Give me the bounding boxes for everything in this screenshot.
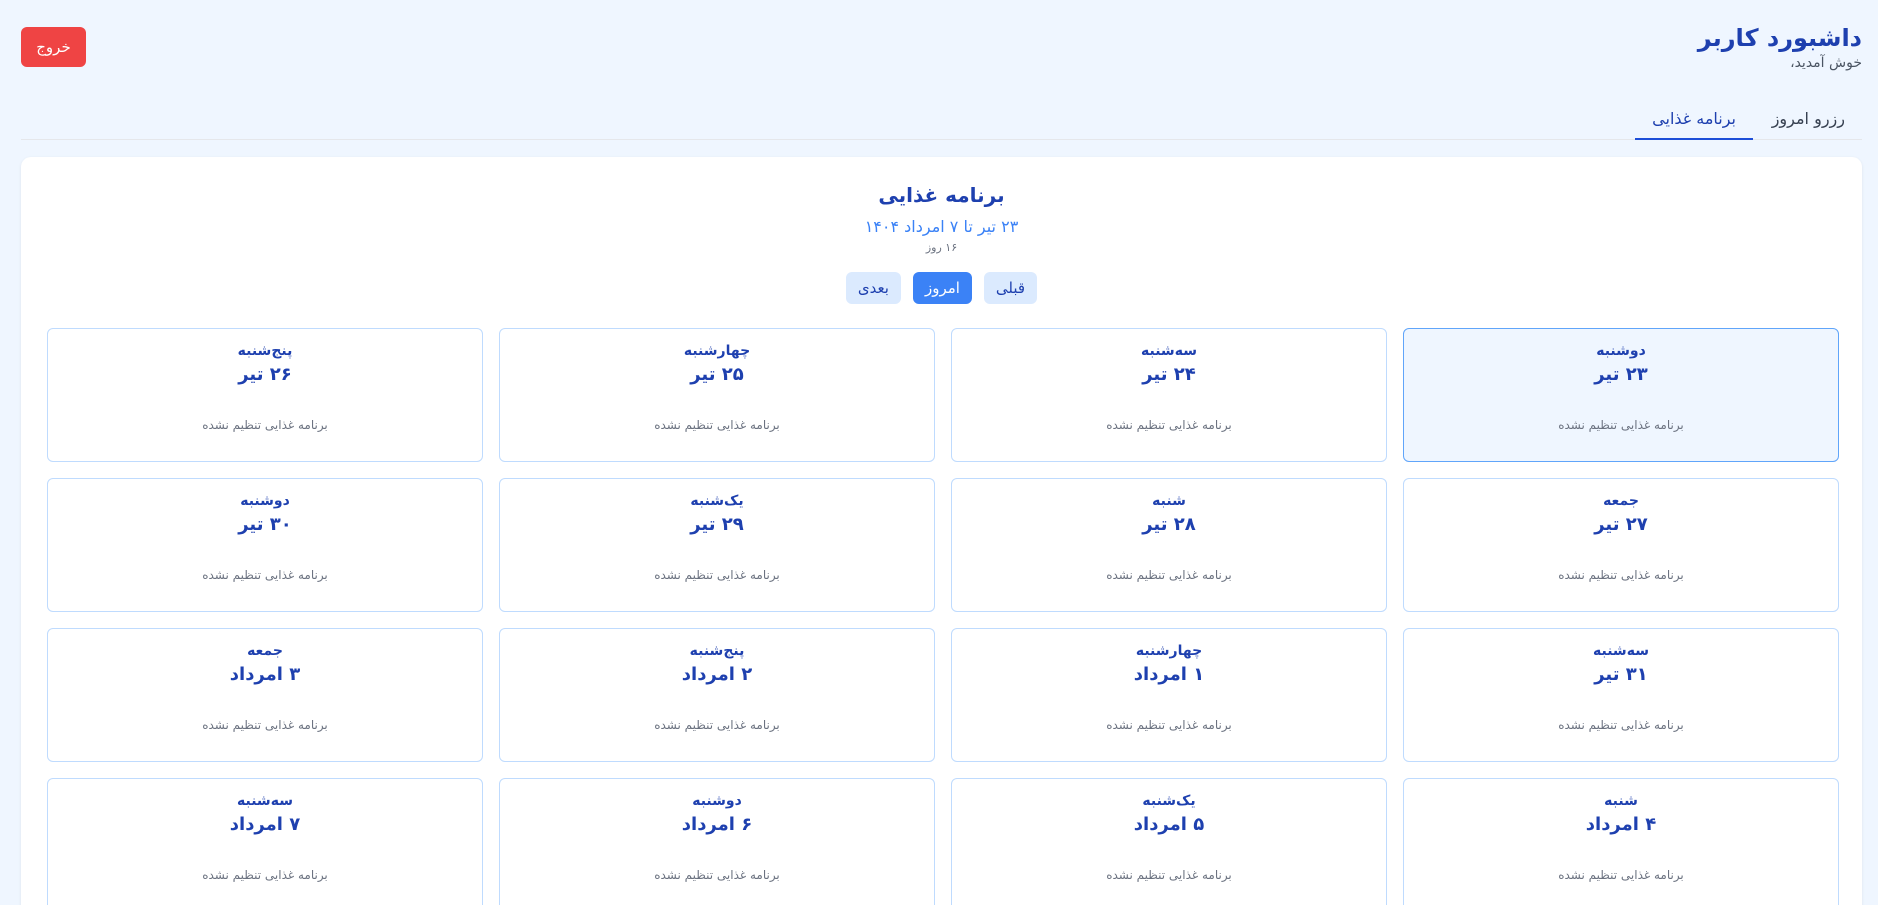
- day-note: برنامه غذایی تنظیم نشده: [202, 868, 328, 882]
- day-card[interactable]: دوشنبه ۲۳ تیر برنامه غذایی تنظیم نشده: [1403, 328, 1839, 462]
- today-button[interactable]: امروز: [912, 272, 972, 304]
- day-date: ۳ امرداد: [229, 664, 301, 685]
- meal-plan-panel: برنامه غذایی ۲۳ تیر تا ۷ امرداد ۱۴۰۴ ۱۶ …: [21, 157, 1862, 905]
- day-grid: دوشنبه ۲۳ تیر برنامه غذایی تنظیم نشده سه…: [43, 328, 1839, 905]
- header-titles: داشبورد کاربر خوش آمدید،: [1698, 22, 1862, 72]
- day-card[interactable]: پنج‌شنبه ۲۶ تیر برنامه غذایی تنظیم نشده: [47, 328, 483, 462]
- day-note: برنامه غذایی تنظیم نشده: [1558, 568, 1684, 582]
- day-note: برنامه غذایی تنظیم نشده: [202, 418, 328, 432]
- date-range: ۲۳ تیر تا ۷ امرداد ۱۴۰۴: [864, 217, 1019, 236]
- day-date: ۵ امرداد: [1133, 814, 1205, 835]
- day-card[interactable]: جمعه ۳ امرداد برنامه غذایی تنظیم نشده: [47, 628, 483, 762]
- day-card[interactable]: چهارشنبه ۱ امرداد برنامه غذایی تنظیم نشد…: [951, 628, 1387, 762]
- week-navigation: قبلی امروز بعدی: [21, 272, 1862, 304]
- day-card[interactable]: سه‌شنبه ۷ امرداد برنامه غذایی تنظیم نشده: [47, 778, 483, 905]
- day-date: ۶ امرداد: [681, 814, 753, 835]
- day-note: برنامه غذایی تنظیم نشده: [202, 568, 328, 582]
- day-name: سه‌شنبه: [1593, 643, 1649, 659]
- prev-button[interactable]: قبلی: [983, 272, 1038, 304]
- day-name: یک‌شنبه: [1142, 793, 1196, 809]
- day-date: ۳۱ تیر: [1594, 664, 1648, 685]
- day-card[interactable]: جمعه ۲۷ تیر برنامه غذایی تنظیم نشده: [1403, 478, 1839, 612]
- day-note: برنامه غذایی تنظیم نشده: [1106, 568, 1232, 582]
- day-name: شنبه: [1152, 493, 1186, 509]
- day-name: دوشنبه: [240, 493, 290, 509]
- header: داشبورد کاربر خوش آمدید، خروج: [0, 0, 1878, 92]
- day-date: ۲۳ تیر: [1594, 364, 1648, 385]
- day-note: برنامه غذایی تنظیم نشده: [654, 718, 780, 732]
- tab-today-reservation[interactable]: رزرو امروز: [1755, 98, 1862, 140]
- day-date: ۲۷ تیر: [1594, 514, 1648, 535]
- meal-plan-title: برنامه غذایی: [878, 183, 1005, 207]
- day-date: ۲ امرداد: [681, 664, 753, 685]
- day-note: برنامه غذایی تنظیم نشده: [1106, 868, 1232, 882]
- day-card[interactable]: پنج‌شنبه ۲ امرداد برنامه غذایی تنظیم نشد…: [499, 628, 935, 762]
- day-date: ۳۰ تیر: [238, 514, 292, 535]
- day-card[interactable]: سه‌شنبه ۲۴ تیر برنامه غذایی تنظیم نشده: [951, 328, 1387, 462]
- day-date: ۲۴ تیر: [1142, 364, 1196, 385]
- tab-bar: رزرو امروز برنامه غذایی: [21, 98, 1862, 140]
- day-name: شنبه: [1604, 793, 1638, 809]
- day-name: چهارشنبه: [1135, 643, 1203, 659]
- day-card[interactable]: دوشنبه ۶ امرداد برنامه غذایی تنظیم نشده: [499, 778, 935, 905]
- days-count: ۱۶ روز: [925, 241, 958, 254]
- day-name: پنج‌شنبه: [237, 343, 293, 359]
- day-name: جمعه: [247, 643, 283, 659]
- day-name: چهارشنبه: [683, 343, 751, 359]
- day-name: یک‌شنبه: [690, 493, 744, 509]
- day-card[interactable]: شنبه ۲۸ تیر برنامه غذایی تنظیم نشده: [951, 478, 1387, 612]
- day-card[interactable]: یک‌شنبه ۲۹ تیر برنامه غذایی تنظیم نشده: [499, 478, 935, 612]
- day-card[interactable]: چهارشنبه ۲۵ تیر برنامه غذایی تنظیم نشده: [499, 328, 935, 462]
- day-name: سه‌شنبه: [237, 793, 293, 809]
- day-card[interactable]: دوشنبه ۳۰ تیر برنامه غذایی تنظیم نشده: [47, 478, 483, 612]
- day-note: برنامه غذایی تنظیم نشده: [654, 868, 780, 882]
- day-note: برنامه غذایی تنظیم نشده: [1558, 418, 1684, 432]
- day-note: برنامه غذایی تنظیم نشده: [1106, 718, 1232, 732]
- day-date: ۲۸ تیر: [1142, 514, 1196, 535]
- day-card[interactable]: یک‌شنبه ۵ امرداد برنامه غذایی تنظیم نشده: [951, 778, 1387, 905]
- day-note: برنامه غذایی تنظیم نشده: [654, 568, 780, 582]
- day-name: دوشنبه: [1596, 343, 1646, 359]
- day-date: ۲۶ تیر: [238, 364, 292, 385]
- page-title: داشبورد کاربر: [1697, 24, 1862, 52]
- day-name: پنج‌شنبه: [689, 643, 745, 659]
- day-name: جمعه: [1603, 493, 1639, 509]
- day-note: برنامه غذایی تنظیم نشده: [1106, 418, 1232, 432]
- day-date: ۲۵ تیر: [690, 364, 744, 385]
- day-name: دوشنبه: [692, 793, 742, 809]
- next-button[interactable]: بعدی: [845, 272, 901, 304]
- day-note: برنامه غذایی تنظیم نشده: [1558, 718, 1684, 732]
- day-note: برنامه غذایی تنظیم نشده: [654, 418, 780, 432]
- day-note: برنامه غذایی تنظیم نشده: [1558, 868, 1684, 882]
- day-name: سه‌شنبه: [1141, 343, 1197, 359]
- day-date: ۲۹ تیر: [690, 514, 744, 535]
- logout-button[interactable]: خروج: [21, 27, 86, 67]
- day-date: ۴ امرداد: [1585, 814, 1657, 835]
- day-card[interactable]: سه‌شنبه ۳۱ تیر برنامه غذایی تنظیم نشده: [1403, 628, 1839, 762]
- tab-meal-plan[interactable]: برنامه غذایی: [1635, 98, 1753, 140]
- welcome-text: خوش آمدید،: [1790, 55, 1862, 71]
- day-card[interactable]: شنبه ۴ امرداد برنامه غذایی تنظیم نشده: [1403, 778, 1839, 905]
- day-date: ۷ امرداد: [229, 814, 301, 835]
- day-date: ۱ امرداد: [1133, 664, 1205, 685]
- day-note: برنامه غذایی تنظیم نشده: [202, 718, 328, 732]
